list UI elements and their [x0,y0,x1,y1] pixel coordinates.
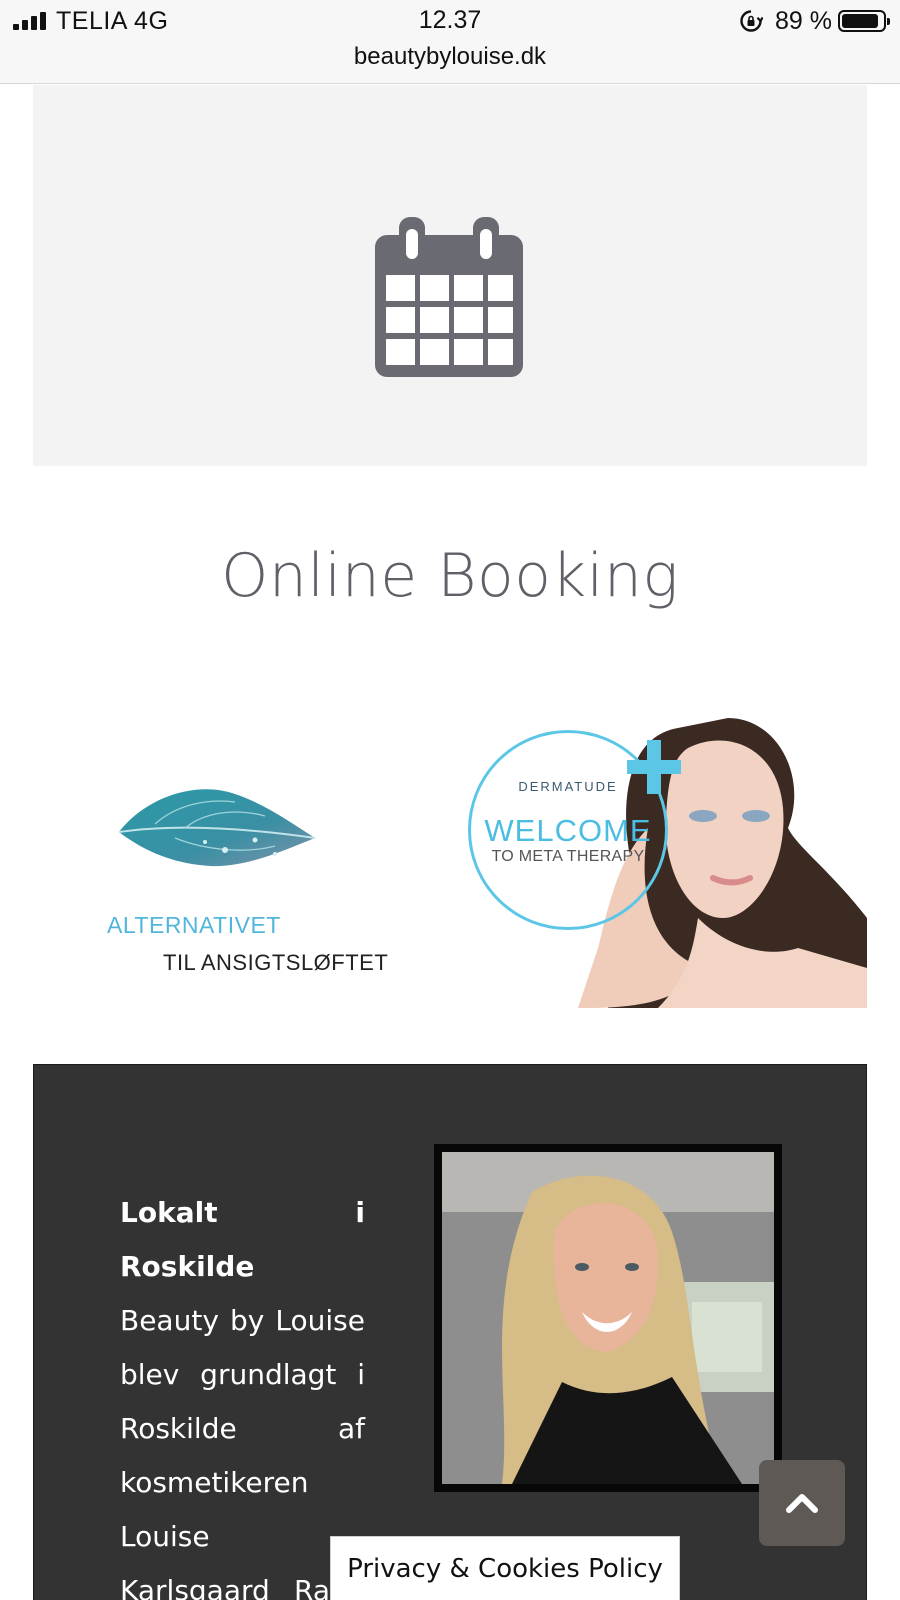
privacy-cookies-link[interactable]: Privacy & Cookies Policy [330,1536,680,1600]
battery-percent: 89 % [775,6,832,35]
scroll-to-top-button[interactable] [759,1460,845,1546]
about-section: Lokalt i Roskilde Beauty by Louise blev … [33,1064,867,1600]
promo-banner[interactable]: ALTERNATIVET TIL ANSIGTSLØFTET DERMATUDE… [33,718,867,1008]
about-text: Lokalt i Roskilde Beauty by Louise blev … [120,1186,365,1600]
online-booking-title[interactable]: Online Booking [0,541,900,611]
rotation-lock-icon [740,10,764,32]
welcome-text: WELCOME [484,813,652,848]
portrait-photo [434,1144,782,1492]
portrait-image [442,1152,774,1484]
chevron-up-icon [786,1494,818,1513]
dermatude-brand: DERMATUDE [518,779,618,794]
promo-headline: ALTERNATIVET [107,912,281,938]
promo-subline: TIL ANSIGTSLØFTET [163,950,389,975]
battery-icon [838,10,890,32]
address-bar[interactable]: beautybylouise.dk [0,43,900,71]
meta-therapy-text: TO META THERAPY [491,848,645,865]
booking-icon-panel[interactable] [33,85,867,466]
calendar-icon [375,217,523,377]
browser-status-bar: TELIA 4G 12.37 89 % beautybylouise.dk [0,0,900,84]
status-right: 89 % [739,6,890,35]
leaf-logo-icon [118,789,316,867]
about-body: Beauty by Louise blev grundlagt i Roskil… [120,1304,365,1600]
about-heading: Lokalt i Roskilde [120,1196,365,1283]
